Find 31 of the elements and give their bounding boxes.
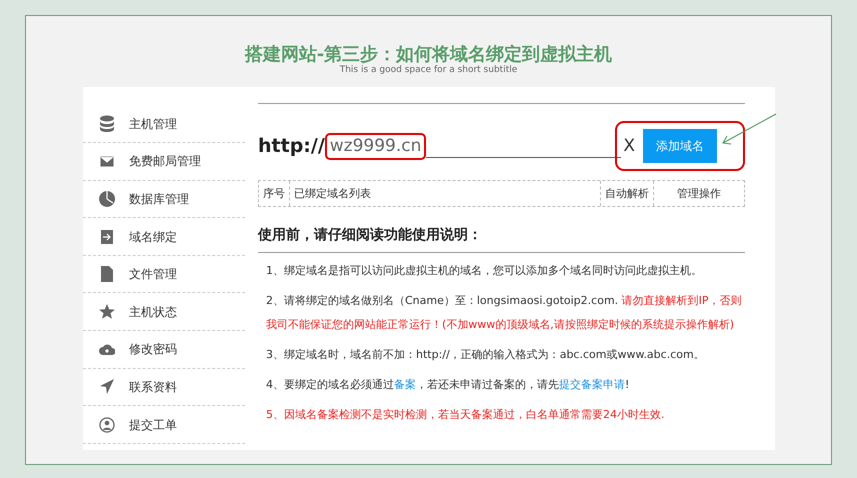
slide-title: 搭建网站-第三步：如何将域名绑定到虚拟主机 — [244, 44, 614, 65]
slide-subtitle: This is a good space for a short subtitle — [338, 66, 518, 76]
enter-icon — [99, 228, 115, 246]
sidebar-item[interactable]: 域名绑定 — [83, 218, 245, 256]
pie-chart-icon — [99, 190, 115, 208]
paper-plane-icon — [99, 378, 115, 396]
database-icon — [99, 114, 115, 133]
instruction-text: 2、请将绑定的域名做别名（Cname）至：longsimaosi.gotoip2.com. 请勿直接解析到IP，否则我司不能保证您的网站能正常运行！(不加www的顶级域名,请按照绑定时候的系统提示操作解析) — [266, 293, 743, 334]
url-prefix: http:// — [258, 134, 325, 160]
column-header: 序号 — [259, 181, 290, 206]
instruction-text: 4、要绑定的域名必须通过备案，若还未申请过备案的，请先提交备案申请! — [266, 377, 630, 394]
instruction-text: 5、因域名备案检测不是实时检测，若当天备案通过，白名单通常需要24小时生效. — [266, 407, 666, 424]
clear-button[interactable]: X — [623, 134, 635, 160]
sidebar-item[interactable]: 提交工单 — [83, 406, 245, 444]
file-icon — [99, 265, 115, 284]
sidebar-item[interactable]: 修改密码 — [83, 331, 245, 369]
column-header: 已绑定域名列表 — [290, 181, 601, 206]
sidebar-item[interactable]: 联系资料 — [83, 368, 245, 406]
sidebar-item[interactable]: 文件管理 — [83, 256, 245, 294]
instructions-heading: 使用前，请仔细阅读功能使用说明： — [258, 225, 745, 254]
person-circle-icon — [99, 416, 115, 434]
domain-input-field[interactable]: wz9999.cn — [324, 133, 426, 160]
sidebar-item[interactable]: 数据库管理 — [83, 180, 245, 218]
instruction-text: 3、绑定域名时，域名前不加：http://，正确的输入格式为：abc.com或www.abc.com。 — [266, 347, 706, 364]
column-header: 自动解析 — [601, 181, 654, 206]
star-icon — [99, 302, 115, 321]
instruction-text: 1、绑定域名是指可以访问此虚拟主机的域名，您可以添加多个域名同时访问此虚拟主机。 — [266, 263, 703, 280]
sidebar-item[interactable]: 主机管理 — [83, 105, 245, 144]
sidebar-item[interactable]: 免费邮局管理 — [83, 143, 245, 181]
sidebar-item[interactable]: 主机状态 — [83, 293, 245, 332]
column-header: 管理操作 — [676, 186, 722, 202]
